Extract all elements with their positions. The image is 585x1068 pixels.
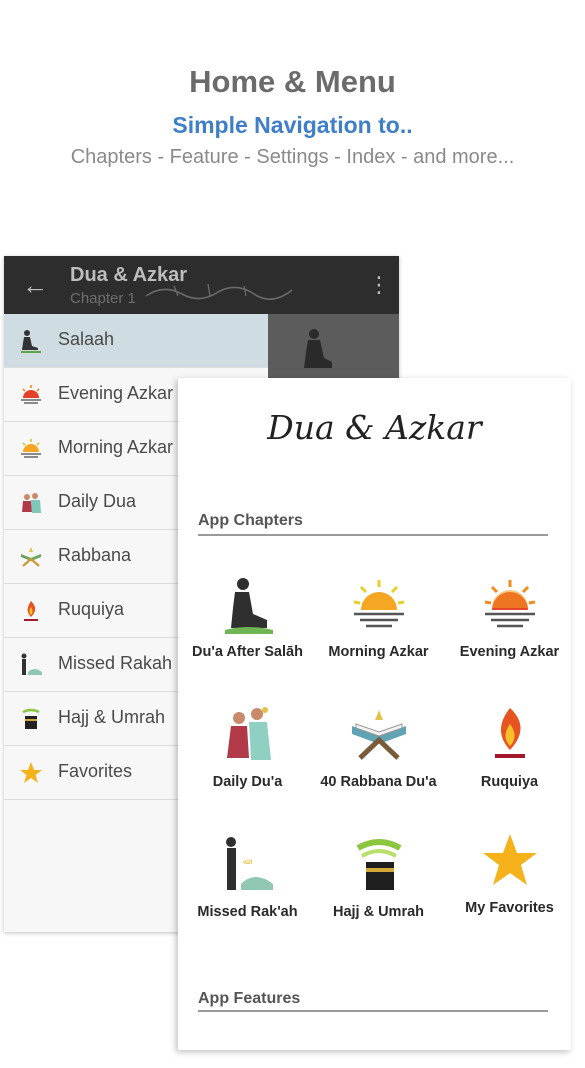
tile-label: My Favorites [465, 900, 554, 916]
section-divider [198, 534, 548, 536]
hero-subtitle: Simple Navigation to.. [172, 112, 413, 138]
tile-label: Evening Azkar [459, 644, 560, 660]
praying-man-icon [304, 329, 332, 368]
chapter-tile-morning-azkar[interactable]: Morning Azkar [313, 574, 444, 696]
drawer-item-salaah[interactable]: Salaah [4, 314, 268, 368]
prostration-icon [21, 653, 42, 675]
calligraphy-icon [145, 283, 293, 300]
hero-description: Chapters - Feature - Settings - Index - … [70, 146, 515, 168]
tile-label: Ruquiya [480, 774, 539, 790]
family-dua-icon [227, 707, 271, 760]
tile-label: Missed Rak'ah [197, 904, 298, 920]
praying-man-icon [225, 578, 273, 634]
drawer-item-label: Hajj & Umrah [58, 707, 166, 727]
drawer-item-label: Ruquiya [58, 599, 125, 619]
tile-label: Hajj & Umrah [332, 904, 425, 920]
star-icon [20, 762, 42, 783]
drawer-item-label: Rabbana [58, 545, 132, 565]
section-title-features: App Features [198, 990, 301, 1007]
quran-stand-icon [21, 547, 41, 567]
drawer-item-label: Morning Azkar [58, 437, 174, 457]
family-dua-icon [22, 493, 41, 513]
hero-title: Home & Menu [189, 64, 396, 99]
chapter-tile-hajj-umrah[interactable]: Hajj & Umrah [313, 834, 444, 956]
sunrise-icon [21, 439, 41, 458]
app-toolbar: ← Dua & Azkar Chapter 1 ⋮ [4, 256, 399, 314]
star-icon [483, 834, 537, 885]
chapter-tile-40-rabbana-dua[interactable]: 40 Rabbana Du'a [313, 704, 444, 826]
arrow-left-icon[interactable]: ← [22, 270, 48, 301]
content-behind-drawer [268, 314, 399, 378]
section-title-chapters: App Chapters [198, 512, 303, 529]
chapter-tile-evening-azkar[interactable]: Evening Azkar [444, 574, 571, 696]
more-vert-icon[interactable]: ⋮ [368, 272, 390, 298]
kaaba-icon [22, 708, 40, 729]
tile-label: 40 Rabbana Du'a [320, 774, 437, 790]
tile-label: Daily Du'a [212, 774, 283, 790]
kaaba-icon [356, 839, 402, 890]
flame-icon [495, 708, 525, 758]
sunrise-icon [353, 580, 405, 628]
svg-text:ﷲ: ﷲ [243, 857, 253, 866]
tile-label: Morning Azkar [328, 644, 429, 660]
drawer-item-label: Salaah [58, 329, 115, 349]
praying-man-icon [21, 330, 41, 353]
chapter-tile-my-favorites[interactable]: My Favorites [444, 830, 571, 952]
drawer-item-label: Evening Azkar [58, 383, 174, 403]
drawer-item-label: Missed Rakah [58, 653, 173, 673]
section-divider [198, 1010, 548, 1012]
chapter-tile-missed-rakah[interactable]: ﷲ Missed Rak'ah [182, 834, 313, 956]
app-logo-title: Dua & Azkar [267, 408, 482, 447]
toolbar-subtitle: Chapter 1 [70, 290, 136, 307]
chapter-tile-dua-after-salah[interactable]: Du'a After Salāh [182, 574, 313, 696]
sunset-icon [21, 385, 41, 404]
chapter-tile-ruquiya[interactable]: Ruquiya [444, 704, 571, 826]
flame-icon [24, 601, 38, 621]
quran-stand-icon [352, 710, 406, 760]
prostration-icon: ﷲ [226, 837, 273, 890]
chapter-tile-daily-dua[interactable]: Daily Du'a [182, 704, 313, 826]
sunset-icon [484, 580, 536, 628]
drawer-item-label: Daily Dua [58, 491, 137, 511]
tile-label: Du'a After Salāh [192, 644, 303, 660]
home-screen: Dua & Azkar App Chapters Du'a After Salā… [178, 378, 571, 1050]
drawer-item-label: Favorites [58, 761, 133, 781]
